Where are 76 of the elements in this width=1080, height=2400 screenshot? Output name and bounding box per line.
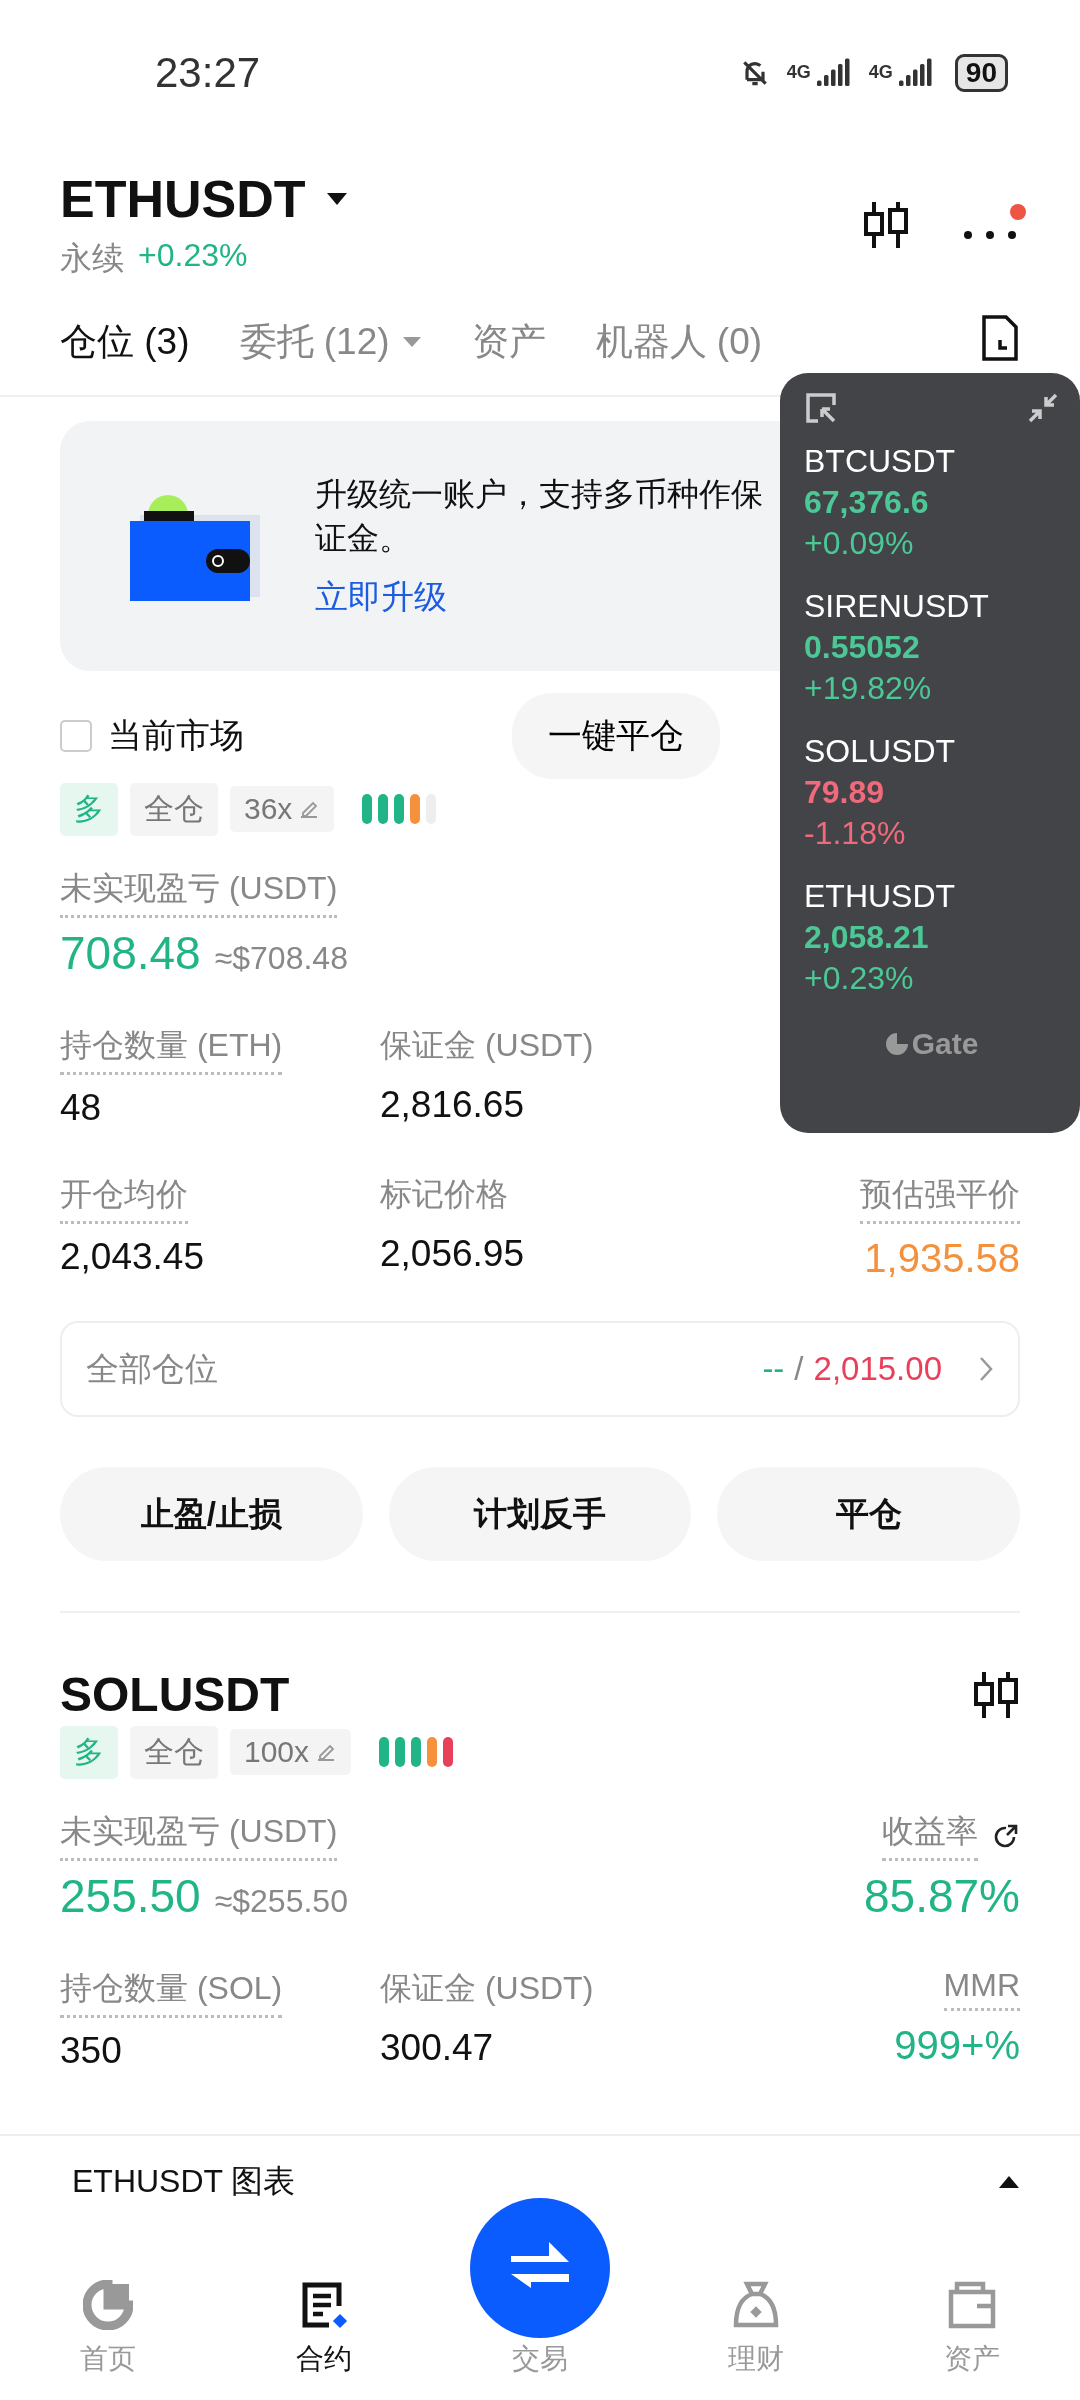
chart-bar-label: ETHUSDT 图表 [72,2162,296,2201]
symbol-title[interactable]: ETHUSDT [60,169,306,229]
field-label: 标记价格 [380,1175,508,1214]
field-value: 1,935.58 [864,1236,1020,1281]
field-value: 2,043.45 [60,1236,206,1278]
tp-value: -- [762,1350,785,1388]
close-all-button[interactable]: 一键平仓 [512,693,720,779]
field-label: 保证金 (USDT) [380,1026,594,1065]
network-label: 4G [786,62,811,83]
position-tag: 多 [60,782,118,836]
tab[interactable]: 委托 (12) [239,301,422,395]
field-label[interactable]: 预估强平价 [860,1173,1020,1224]
ticker-change: +0.23% [804,960,915,997]
position-symbol[interactable]: SOLUSDT [60,1667,290,1722]
ticker-symbol: SIRENUSDT [804,588,990,625]
field-value: 300.47 [380,2027,495,2069]
ticker-symbol: ETHUSDT [804,878,957,915]
ticker-item[interactable]: ETHUSDT 2,058.21 +0.23% [804,878,1058,997]
ticker-item[interactable]: SIRENUSDT 0.55052 +19.82% [804,588,1058,707]
nav-item[interactable]: 首页 [18,2280,198,2378]
separator: / [794,1350,804,1388]
ticker-symbol: BTCUSDT [804,443,957,480]
tab[interactable]: 机器人 (0) [595,301,763,395]
ticker-change: +0.09% [804,525,915,562]
nav-item[interactable]: 资产 [882,2280,1062,2378]
contract-type: 永续 [60,239,124,278]
field-value: 48 [60,1087,103,1129]
upgrade-link[interactable]: 立即升级 [315,574,775,620]
field-value: 2,816.65 [380,1084,526,1126]
field-label[interactable]: MMR [943,1967,1020,2011]
ticker-price: 2,058.21 [804,919,930,956]
ticker-item[interactable]: SOLUSDT 79.89 -1.18% [804,733,1058,852]
brand-name: Gate [911,1027,979,1061]
ticker-change: -1.18% [804,815,907,852]
field-value: 999+% [894,2023,1020,2068]
field-label[interactable]: 持仓数量 (ETH) [60,1024,283,1075]
battery-icon: 90 [954,53,1008,92]
position-tag: 全仓 [130,782,218,836]
nav-item[interactable]: 合约 [234,2280,414,2378]
network-label: 4G [868,62,893,83]
nav-item[interactable]: 理财 [666,2280,846,2378]
roe-value: 85.87% [864,1869,1020,1923]
status-time: 23:27 [155,48,261,97]
pnl-label[interactable]: 未实现盈亏 (USDT) [60,867,338,918]
action-button[interactable]: 平仓 [717,1467,1020,1561]
position-tag[interactable]: 36x [230,786,335,832]
tab[interactable]: 仓位 (3) [60,301,190,395]
ticker-price: 0.55052 [804,629,921,666]
pnl-usd-value: ≈$708.48 [214,940,348,977]
ticker-item[interactable]: BTCUSDT 67,376.6 +0.09% [804,443,1058,562]
ticker-price: 67,376.6 [804,484,930,521]
ticker-change: +19.82% [804,670,933,707]
pnl-value: 255.50 [60,1869,201,1923]
field-value: 2,056.95 [380,1233,526,1275]
field-value: 350 [60,2030,123,2072]
position-tag: 全仓 [130,1725,218,1779]
pnl-usd-value: ≈$255.50 [214,1883,348,1920]
sl-value: 2,015.00 [813,1350,942,1388]
field-label[interactable]: 持仓数量 (SOL) [60,1967,283,2018]
pnl-label[interactable]: 未实现盈亏 (USDT) [60,1810,338,1861]
pnl-value: 708.48 [60,926,201,980]
ticker-symbol: SOLUSDT [804,733,957,770]
ticker-price: 79.89 [804,774,886,811]
all-positions-row[interactable]: 全部仓位 -- / 2,015.00 [60,1321,1020,1417]
field-label[interactable]: 开仓均价 [60,1173,188,1224]
tab[interactable]: 资产 [471,301,546,395]
field-label: 保证金 (USDT) [380,1969,594,2008]
price-change: +0.23% [138,237,248,275]
position-tag[interactable]: 100x [230,1729,352,1775]
banner-text: 升级统一账户，支持多币种作保证金。 [315,474,764,558]
action-button[interactable]: 计划反手 [388,1467,692,1561]
action-button[interactable]: 止盈/止损 [60,1467,363,1561]
roe-label[interactable]: 收益率 [882,1810,978,1861]
all-positions-label: 全部仓位 [86,1348,218,1389]
checkbox-label[interactable]: 当前市场 [108,713,244,759]
position-tag: 多 [60,1725,118,1779]
